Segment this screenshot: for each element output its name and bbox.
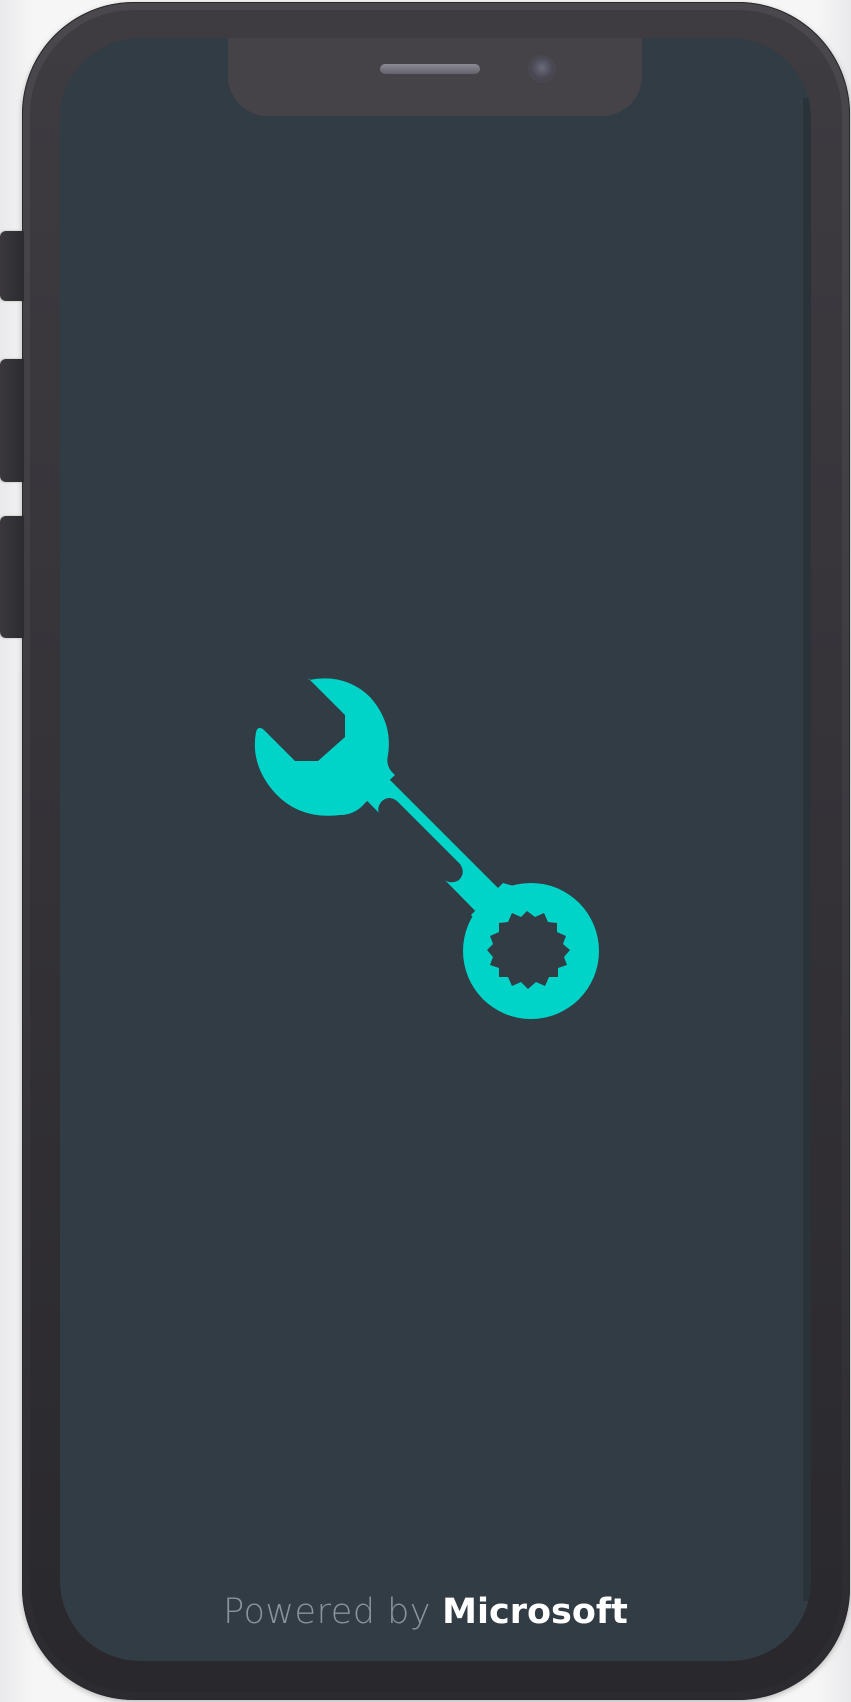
front-camera: [530, 57, 554, 81]
brand-name: Microsoft: [442, 1592, 628, 1632]
volume-up-button: [0, 359, 24, 482]
notch: [228, 38, 642, 116]
screen-edge: [803, 98, 811, 1601]
powered-by-text: Powered by: [223, 1592, 431, 1632]
wrench-icon: [254, 678, 599, 1019]
speaker-grille: [380, 64, 480, 74]
mute-switch: [0, 231, 24, 301]
volume-down-button: [0, 516, 24, 638]
footer-attribution: Powered by Microsoft: [0, 1590, 851, 1634]
